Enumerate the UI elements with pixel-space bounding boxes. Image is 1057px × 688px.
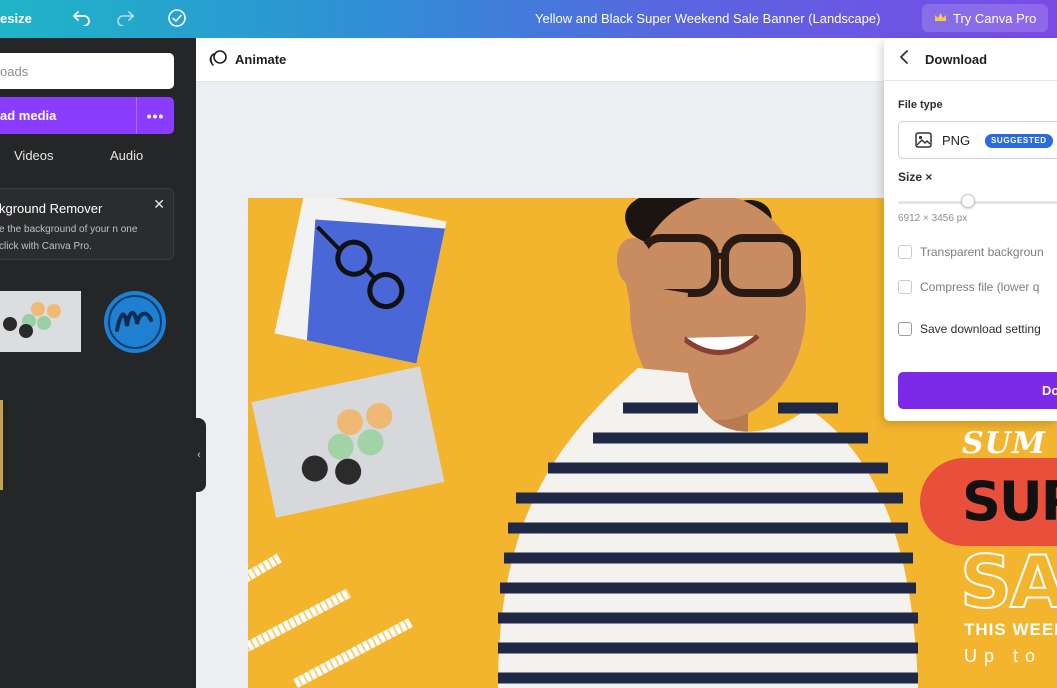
confetti-stripe <box>248 588 352 654</box>
close-icon[interactable]: ✕ <box>153 196 165 213</box>
confetti-stripe <box>248 553 282 583</box>
image-icon <box>915 132 932 153</box>
animate-icon <box>208 49 228 70</box>
download-title: Download <box>925 52 988 67</box>
cloud-saved-icon[interactable] <box>166 7 188 29</box>
model-photo[interactable] <box>398 198 918 688</box>
sale-outline-headline: SA <box>959 539 1057 625</box>
size-slider-track[interactable] <box>898 201 1057 204</box>
upload-thumbnail-edge[interactable] <box>0 400 3 490</box>
file-type-select[interactable]: PNG SUGGESTED <box>898 121 1057 159</box>
promo-title: kground Remover <box>0 201 103 216</box>
up-to-text: Up to <box>964 646 1043 666</box>
try-canva-pro-label: Try Canva Pro <box>953 10 1037 26</box>
animate-button[interactable]: Animate <box>208 49 286 70</box>
save-settings-checkbox[interactable] <box>898 322 912 336</box>
download-button-label: Do <box>1042 383 1057 398</box>
confetti-stripe <box>293 618 413 688</box>
sale-text-block[interactable]: SUM SUP SA THIS WEEK Up to <box>920 420 1057 688</box>
animate-label: Animate <box>235 52 287 67</box>
undo-icon[interactable] <box>71 7 93 29</box>
size-slider-handle[interactable] <box>961 194 975 208</box>
uploads-panel: oads ad media ••• Videos Audio kground R… <box>0 38 196 688</box>
save-settings-label: Save download setting <box>920 322 1041 336</box>
file-type-label: File type <box>898 99 943 111</box>
redo-icon[interactable] <box>114 7 136 29</box>
design-title[interactable]: Yellow and Black Super Weekend Sale Bann… <box>535 11 880 26</box>
top-bar: esize Yellow and Black Super Weekend Sal… <box>0 0 1057 38</box>
back-chevron-icon[interactable] <box>899 50 909 69</box>
size-label: Size × <box>898 170 933 184</box>
this-weekend-text: THIS WEEK <box>964 620 1057 639</box>
chevron-left-icon: ‹ <box>197 449 201 461</box>
try-canva-pro-button[interactable]: Try Canva Pro <box>922 4 1049 32</box>
tab-audio[interactable]: Audio <box>110 148 143 163</box>
download-header: Download <box>884 38 1057 81</box>
more-options-button[interactable]: ••• <box>136 97 174 134</box>
crown-icon <box>934 11 947 26</box>
size-dimensions: 6912 × 3456 px <box>898 213 968 224</box>
resize-button[interactable]: esize <box>0 11 32 26</box>
download-panel: Download File type PNG SUGGESTED Size × … <box>884 38 1057 421</box>
transparent-background-checkbox[interactable] <box>898 245 912 259</box>
tab-videos[interactable]: Videos <box>14 148 54 163</box>
compress-file-label: Compress file (lower q <box>920 280 1040 294</box>
file-type-value: PNG <box>942 133 971 148</box>
compress-file-checkbox[interactable] <box>898 280 912 294</box>
upload-thumbnail-sunglasses[interactable] <box>0 291 81 352</box>
upload-media-label: ad media <box>0 108 57 123</box>
upload-thumbnail-logo[interactable] <box>103 290 167 354</box>
transparent-background-label: Transparent backgroun <box>920 245 1044 259</box>
promo-description: e the background of your n one click wit… <box>0 224 138 252</box>
upload-media-button[interactable]: ad media ••• <box>0 97 174 134</box>
background-remover-promo[interactable]: kground Remover e the background of your… <box>0 188 174 260</box>
collapse-panel-handle[interactable]: ‹ <box>192 418 206 492</box>
super-headline: SUP <box>962 470 1057 533</box>
download-button[interactable]: Do <box>898 372 1057 409</box>
summer-script-text: SUM <box>962 426 1047 461</box>
suggested-badge: SUGGESTED <box>985 134 1053 148</box>
search-uploads-input[interactable]: oads <box>0 53 174 89</box>
